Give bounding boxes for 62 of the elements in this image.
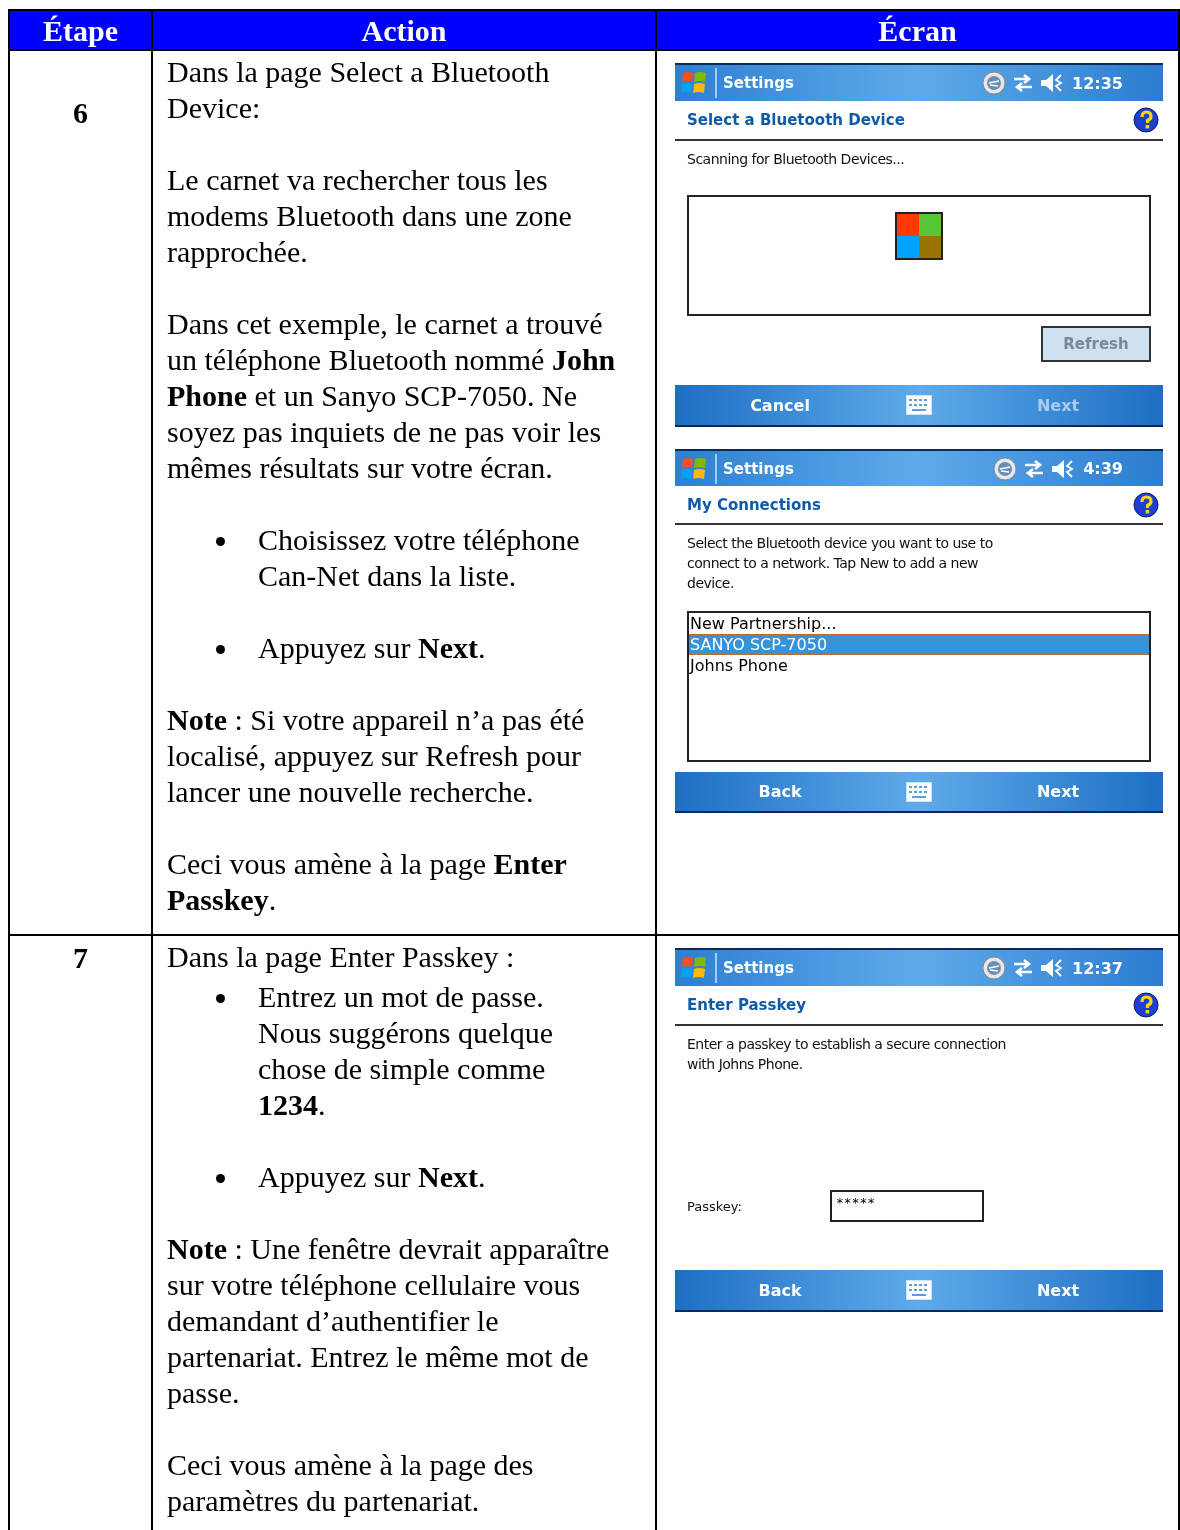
clock-time: 12:37 xyxy=(1072,958,1123,978)
left-softkey[interactable]: Back xyxy=(735,1276,825,1304)
screen-message: Enter a passkey to establish a secure connection with Johns Phone. xyxy=(687,1035,1007,1074)
app-title: Settings xyxy=(723,74,794,92)
connectivity-icon[interactable] xyxy=(982,956,1007,980)
bullet-text: Choisissez votre téléphone Can-Net dans la liste. xyxy=(258,522,581,594)
help-icon[interactable] xyxy=(1133,992,1159,1018)
windows-flag-icon xyxy=(681,955,709,981)
windows-flag-icon xyxy=(681,455,709,482)
app-title: Settings xyxy=(723,959,794,977)
step-number: 7 xyxy=(73,940,88,976)
sync-arrows-icon[interactable] xyxy=(1023,458,1046,479)
page-heading: Select a Bluetooth Device xyxy=(687,111,905,129)
clock-time: 12:35 xyxy=(1072,73,1123,93)
windows-flag-icon xyxy=(681,70,709,96)
bullet-icon xyxy=(216,537,225,546)
step-number: 6 xyxy=(73,95,88,131)
page-heading: My Connections xyxy=(687,495,821,514)
instruction-text: Note : Si votre appareil n’a pas été localisé, appuyez sur Refresh pour lancer une nouvelle recherche. xyxy=(167,702,586,810)
device-list-item[interactable]: New Partnership... xyxy=(689,613,1149,635)
screen-message: Select the Bluetooth device you want to use to connect to a network. Tap New to add a new device. xyxy=(687,534,994,594)
speaker-icon[interactable] xyxy=(1040,72,1065,94)
instruction-text: Ceci vous amène à la page des paramètres du partenariat. xyxy=(167,1447,535,1519)
connectivity-icon[interactable] xyxy=(993,456,1018,481)
speaker-icon[interactable] xyxy=(1040,957,1065,979)
help-icon[interactable] xyxy=(1133,491,1159,518)
passkey-field[interactable]: ***** xyxy=(830,1190,984,1222)
app-title: Settings xyxy=(723,459,794,478)
page-heading: Enter Passkey xyxy=(687,996,806,1014)
left-softkey[interactable]: Cancel xyxy=(735,391,825,419)
column-header: Écran xyxy=(657,11,1180,51)
field-label: Passkey: xyxy=(687,1198,743,1214)
sync-arrows-icon[interactable] xyxy=(1012,73,1035,93)
keyboard-icon[interactable] xyxy=(906,781,932,802)
column-header: Action xyxy=(153,11,657,51)
speaker-icon[interactable] xyxy=(1051,457,1076,480)
instruction-text: Le carnet va rechercher tous les modems Bluetooth dans une zone rapprochée. xyxy=(167,162,573,270)
keyboard-icon[interactable] xyxy=(906,1280,932,1300)
right-softkey[interactable]: Next xyxy=(1013,778,1103,805)
connectivity-icon[interactable] xyxy=(982,71,1007,95)
bullet-icon xyxy=(216,645,225,654)
clock-time: 4:39 xyxy=(1083,459,1123,478)
device-list-item[interactable]: Johns Phone xyxy=(689,655,1149,677)
left-softkey[interactable]: Back xyxy=(735,778,825,805)
right-softkey[interactable]: Next xyxy=(1013,1276,1103,1304)
scanning-icon xyxy=(894,211,944,261)
instruction-text: Dans la page Enter Passkey : xyxy=(167,939,516,975)
instruction-text: Dans cet exemple, le carnet a trouvé un téléphone Bluetooth nommé John Phone et un Sanyo SCP-7050. Ne soyez pas inquiets de ne pas voir les mêmes résultats sur votre écran. xyxy=(167,306,617,486)
column-header: Étape xyxy=(10,11,153,51)
bullet-icon xyxy=(216,994,225,1003)
instruction-text: Ceci vous amène à la page Enter Passkey. xyxy=(167,846,568,918)
instruction-text: Note : Une fenêtre devrait apparaître sur votre téléphone cellulaire vous demandant d’authentifier le partenariat. Entrez le même mot de passe. xyxy=(167,1231,611,1411)
help-icon[interactable] xyxy=(1133,107,1159,133)
instruction-text: Dans la page Select a Bluetooth Device: xyxy=(167,54,551,126)
device-list-item[interactable]: SANYO SCP-7050 xyxy=(689,634,1149,656)
bullet-icon xyxy=(216,1174,225,1183)
bullet-text: Entrez un mot de passe. Nous suggérons quelque chose de simple comme 1234. xyxy=(258,979,554,1123)
screen-message: Scanning for Bluetooth Devices... xyxy=(687,150,906,169)
bullet-text: Appuyez sur Next. xyxy=(258,630,487,666)
sync-arrows-icon[interactable] xyxy=(1012,958,1035,978)
keyboard-icon[interactable] xyxy=(906,395,932,415)
bullet-text: Appuyez sur Next. xyxy=(258,1159,487,1195)
